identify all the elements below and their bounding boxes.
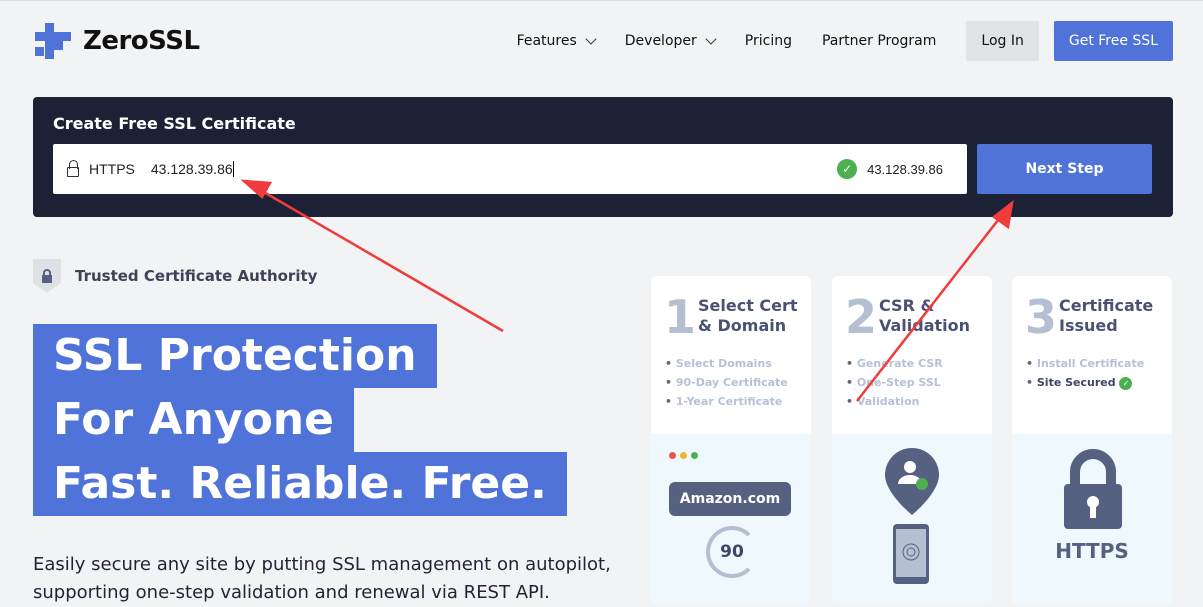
- text-caret: [232, 161, 234, 177]
- create-certificate-panel: Create Free SSL Certificate HTTPS 43.128…: [33, 97, 1173, 217]
- domain-bubble: Amazon.com: [669, 482, 791, 516]
- hero-line: Fast. Reliable. Free.: [33, 452, 567, 516]
- check-circle-icon: ✓: [1119, 377, 1133, 390]
- chevron-down-icon: [705, 33, 717, 45]
- user-verify-fingerprint-icon: [885, 448, 939, 584]
- zerossl-logo[interactable]: ZeroSSL: [35, 23, 200, 59]
- step-card-1: 1 Select Cert& Domain Select Domains90-D…: [651, 276, 811, 604]
- domain-input[interactable]: HTTPS 43.128.39.86 ✓ 43.128.39.86: [53, 144, 967, 194]
- hero-line: SSL Protection: [33, 324, 437, 388]
- login-button[interactable]: Log In: [966, 21, 1039, 61]
- domain-verified: ✓ 43.128.39.86: [837, 159, 943, 179]
- chevron-down-icon: [585, 33, 597, 45]
- nav-partner-program[interactable]: Partner Program: [822, 33, 936, 49]
- check-circle-icon: ✓: [837, 159, 858, 179]
- domain-value: 43.128.39.86: [150, 161, 233, 177]
- renew-cycle-icon: 90: [706, 526, 758, 578]
- padlock-icon: [1064, 449, 1122, 529]
- panel-title: Create Free SSL Certificate: [53, 114, 296, 133]
- nav-features[interactable]: Features: [517, 33, 597, 49]
- top-nav: Features Developer Pricing Partner Progr…: [517, 21, 1173, 61]
- trusted-ca-badge: Trusted Certificate Authority: [33, 259, 317, 293]
- next-step-button[interactable]: Next Step: [977, 144, 1152, 194]
- get-free-ssl-button[interactable]: Get Free SSL: [1053, 21, 1173, 61]
- nav-pricing[interactable]: Pricing: [745, 33, 792, 49]
- step-card-2: 2 CSR &Validation Generate CSROne-Step S…: [832, 276, 992, 604]
- window-dots-icon: [669, 452, 698, 459]
- hero-line: For Anyone: [33, 388, 354, 452]
- step-card-3: 3 CertificateIssued Install CertificateS…: [1012, 276, 1172, 604]
- lock-icon: [67, 160, 79, 177]
- hero-heading: SSL Protection For Anyone Fast. Reliable…: [33, 324, 567, 516]
- shield-lock-icon: [33, 259, 61, 293]
- hero-description: Easily secure any site by putting SSL ma…: [33, 554, 611, 603]
- logo-icon: [35, 23, 71, 59]
- nav-developer[interactable]: Developer: [625, 33, 717, 49]
- protocol-label: HTTPS: [89, 161, 135, 177]
